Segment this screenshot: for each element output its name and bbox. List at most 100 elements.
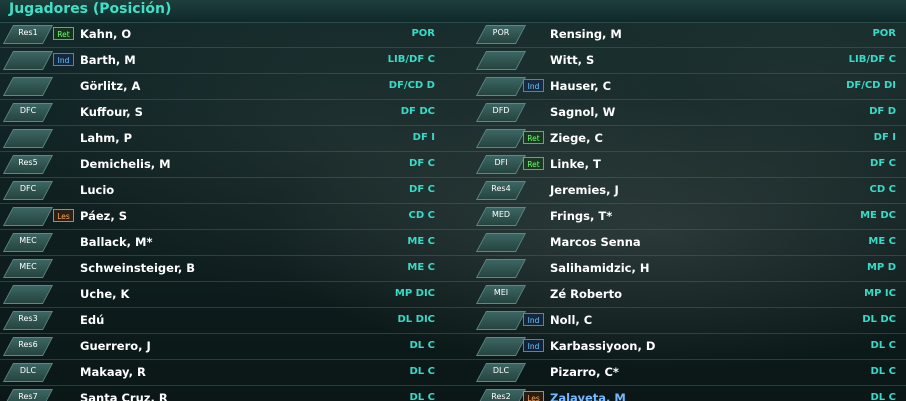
player-position: DF/CD DI (846, 80, 896, 91)
position-slot[interactable] (2, 51, 54, 70)
position-slot-label: DLC (19, 366, 37, 375)
position-slot[interactable] (475, 259, 527, 278)
player-row[interactable]: Res1 Ret Kahn, O POR (0, 22, 453, 48)
position-slot[interactable] (475, 311, 527, 330)
player-name[interactable]: Noll, C (550, 313, 592, 327)
position-slot[interactable] (475, 129, 527, 148)
player-row[interactable]: Res5 Demichelis, M DF C (0, 152, 453, 178)
player-position: MP IC (864, 288, 896, 299)
player-row[interactable]: Witt, S LIB/DF C (453, 48, 906, 74)
player-row[interactable]: MED Frings, T* ME DC (453, 204, 906, 230)
status-badge: Ind (523, 313, 544, 326)
player-row[interactable]: Ind Hauser, C DF/CD DI (453, 74, 906, 100)
position-slot-label: Res1 (18, 28, 38, 37)
player-position: DL C (870, 392, 897, 401)
position-slot[interactable] (475, 51, 527, 70)
player-name[interactable]: Demichelis, M (80, 157, 171, 171)
position-slot[interactable] (475, 337, 527, 356)
player-name[interactable]: Pizarro, C* (550, 365, 619, 379)
status-badge: Ret (523, 131, 544, 144)
position-slot-label: DFC (19, 106, 37, 115)
player-position: POR (411, 28, 435, 39)
player-position: DL C (870, 340, 897, 351)
player-row[interactable]: MEI Zé Roberto MP IC (453, 282, 906, 308)
player-name[interactable]: Karbassiyoon, D (550, 339, 655, 353)
player-row[interactable]: POR Rensing, M POR (453, 22, 906, 48)
player-row[interactable]: Ret Ziege, C DF I (453, 126, 906, 152)
player-name[interactable]: Kahn, O (80, 27, 131, 41)
player-row[interactable]: Ind Barth, M LIB/DF C (0, 48, 453, 74)
player-position: DF/CD D (388, 80, 435, 91)
player-name[interactable]: Rensing, M (550, 27, 622, 41)
player-position: DF C (409, 184, 435, 195)
player-row[interactable]: Görlitz, A DF/CD D (0, 74, 453, 100)
position-slot[interactable] (2, 285, 54, 304)
player-row[interactable]: Ind Noll, C DL DC (453, 308, 906, 334)
player-name[interactable]: Witt, S (550, 53, 594, 67)
panel-title: Jugadores (Posición) (9, 1, 172, 17)
player-name[interactable]: Marcos Senna (550, 235, 641, 249)
player-name[interactable]: Barth, M (80, 53, 136, 67)
player-row[interactable]: Uche, K MP DIC (0, 282, 453, 308)
player-name[interactable]: Páez, S (80, 209, 127, 223)
player-name[interactable]: Lahm, P (80, 131, 132, 145)
player-name[interactable]: Görlitz, A (80, 79, 140, 93)
player-position: DF I (873, 132, 896, 143)
player-name[interactable]: Uche, K (80, 287, 129, 301)
player-row[interactable]: Res2 Les Zalayeta, M DL C (453, 386, 906, 401)
player-name[interactable]: Makaay, R (80, 365, 146, 379)
player-row[interactable]: MEC Ballack, M* ME C (0, 230, 453, 256)
player-name[interactable]: Jeremies, J (550, 183, 619, 197)
player-name[interactable]: Linke, T (550, 157, 601, 171)
position-slot-label: MEC (19, 236, 37, 245)
player-name[interactable]: Zé Roberto (550, 287, 622, 301)
position-slot-label: MED (491, 210, 511, 219)
player-name[interactable]: Kuffour, S (80, 105, 143, 119)
player-name[interactable]: Frings, T* (550, 209, 612, 223)
position-slot-label: Res7 (18, 392, 38, 401)
player-name[interactable]: Sagnol, W (550, 105, 615, 119)
player-name[interactable]: Ziege, C (550, 131, 603, 145)
player-row[interactable]: DLC Makaay, R DL C (0, 360, 453, 386)
player-name[interactable]: Lucio (80, 183, 114, 197)
player-position: DF I (412, 132, 435, 143)
player-name[interactable]: Edú (80, 313, 104, 327)
position-slot-label: POR (492, 28, 510, 37)
player-name[interactable]: Salihamidzic, H (550, 261, 649, 275)
player-row[interactable]: DFI Ret Linke, T DF C (453, 152, 906, 178)
player-position: DF DC (400, 106, 435, 117)
player-row[interactable]: Salihamidzic, H MP D (453, 256, 906, 282)
player-name[interactable]: Santa Cruz, R (80, 391, 168, 401)
position-slot[interactable] (2, 77, 54, 96)
player-name[interactable]: Guerrero, J (80, 339, 151, 353)
player-row[interactable]: DLC Pizarro, C* DL C (453, 360, 906, 386)
player-position: DF D (869, 106, 896, 117)
player-row[interactable]: Res6 Guerrero, J DL C (0, 334, 453, 360)
player-position: DL C (409, 340, 436, 351)
player-row[interactable]: Ind Karbassiyoon, D DL C (453, 334, 906, 360)
player-name[interactable]: Ballack, M* (80, 235, 152, 249)
position-slot-label: DFC (19, 184, 37, 193)
player-position: MP D (866, 262, 896, 273)
player-name[interactable]: Zalayeta, M (550, 391, 626, 401)
player-row[interactable]: DFC Kuffour, S DF DC (0, 100, 453, 126)
player-row[interactable]: Les Páez, S CD C (0, 204, 453, 230)
player-row[interactable]: DFD Sagnol, W DF D (453, 100, 906, 126)
player-row[interactable]: Res4 Jeremies, J CD C (453, 178, 906, 204)
status-badge: Ind (523, 339, 544, 352)
position-slot[interactable] (2, 207, 54, 226)
player-row[interactable]: Res3 Edú DL DIC (0, 308, 453, 334)
position-slot[interactable] (475, 233, 527, 252)
status-badge: Ind (53, 53, 74, 66)
player-name[interactable]: Schweinsteiger, B (80, 261, 195, 275)
player-row[interactable]: Marcos Senna ME C (453, 230, 906, 256)
position-slot-label: DFI (494, 158, 508, 167)
status-badge: Ind (523, 79, 544, 92)
player-row[interactable]: Res7 Santa Cruz, R DL C (0, 386, 453, 401)
player-row[interactable]: DFC Lucio DF C (0, 178, 453, 204)
player-row[interactable]: Lahm, P DF I (0, 126, 453, 152)
position-slot[interactable] (2, 129, 54, 148)
player-row[interactable]: MEC Schweinsteiger, B ME C (0, 256, 453, 282)
position-slot[interactable] (475, 77, 527, 96)
player-name[interactable]: Hauser, C (550, 79, 611, 93)
